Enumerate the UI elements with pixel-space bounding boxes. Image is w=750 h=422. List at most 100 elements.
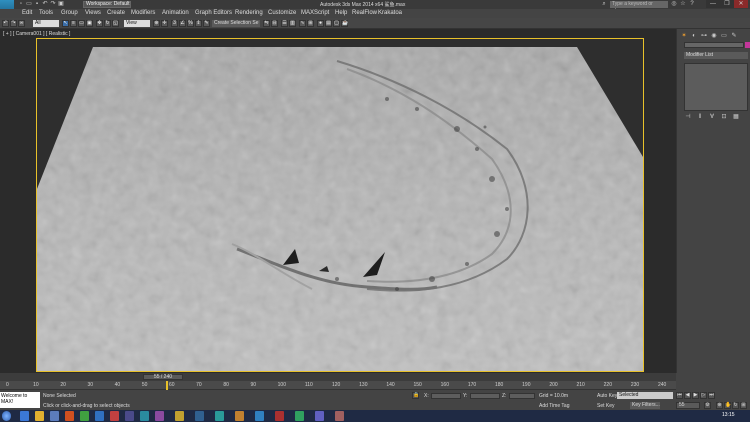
pin-stack-icon[interactable]: ⊣ <box>685 114 691 120</box>
schematic-view-icon[interactable]: ⊞ <box>307 20 314 27</box>
new-file-icon[interactable]: ▫ <box>18 1 24 7</box>
menu-maxscript[interactable]: MAXScript <box>301 10 329 16</box>
modifier-stack[interactable] <box>684 63 748 111</box>
curve-editor-icon[interactable]: ∿ <box>299 20 306 27</box>
motion-tab-icon[interactable]: ◉ <box>710 32 718 40</box>
track-bar[interactable]: 0 10 20 30 40 50 60 70 80 90 100 110 120 130 140 150 160… <box>0 381 676 390</box>
undo-toolbar-icon[interactable]: ↶ <box>2 20 9 27</box>
word-task-icon[interactable] <box>195 411 204 421</box>
spinner-snap-icon[interactable]: ⇕ <box>195 20 202 27</box>
menu-create[interactable]: Create <box>107 10 125 16</box>
menu-edit[interactable]: Edit <box>22 10 32 16</box>
qq-task-icon[interactable] <box>65 411 74 421</box>
save-file-icon[interactable]: ▪ <box>34 1 40 7</box>
window-crossing-icon[interactable]: ▣ <box>86 20 93 27</box>
selection-filter-dropdown[interactable]: All <box>33 20 59 27</box>
maxscript-listener[interactable]: Welcome to MAX! <box>0 392 40 408</box>
make-unique-icon[interactable]: ∀ <box>709 114 715 120</box>
pan-view-icon[interactable]: ✋ <box>724 402 731 409</box>
folder-task-icon[interactable] <box>175 411 184 421</box>
undo-icon[interactable]: ↶ <box>42 1 48 7</box>
browser-task-icon[interactable] <box>95 411 104 421</box>
open-file-icon[interactable]: ▭ <box>26 1 32 7</box>
player-task-icon[interactable] <box>110 411 119 421</box>
manipulate-icon[interactable]: ✛ <box>161 20 168 27</box>
select-scale-icon[interactable]: ◱ <box>112 20 119 27</box>
key-filters-button[interactable]: Key Filters... <box>630 402 660 409</box>
orbit-icon[interactable]: ↻ <box>732 402 739 409</box>
tool-task-icon[interactable] <box>140 411 149 421</box>
named-selection-set-dropdown[interactable]: Create Selection Se <box>212 20 260 27</box>
graphite-tools-icon[interactable]: ▥ <box>289 20 296 27</box>
menu-group[interactable]: Group <box>61 10 78 16</box>
go-to-start-icon[interactable]: ⏮ <box>676 392 683 399</box>
menu-modifiers[interactable]: Modifiers <box>131 10 155 16</box>
previous-frame-icon[interactable]: ◀ <box>684 392 691 399</box>
redo-icon[interactable]: ↷ <box>50 1 56 7</box>
align-icon[interactable]: ⊟ <box>271 20 278 27</box>
z-coordinate-field[interactable] <box>509 393 535 399</box>
configure-modifier-sets-icon[interactable]: ▦ <box>733 114 739 120</box>
angle-snap-icon[interactable]: ∠ <box>179 20 186 27</box>
show-end-result-icon[interactable]: ‖ <box>697 114 703 120</box>
ps-task-icon[interactable] <box>235 411 244 421</box>
explorer-task-icon[interactable] <box>35 411 44 421</box>
camera-viewport[interactable] <box>36 38 644 372</box>
search-input[interactable]: Type a keyword or phrase <box>610 1 668 14</box>
minimize-button[interactable]: — <box>706 0 720 8</box>
mirror-icon[interactable]: ⇋ <box>263 20 270 27</box>
ae-task-icon[interactable] <box>255 411 264 421</box>
workspace-dropdown[interactable]: Workspace: Default <box>83 1 131 8</box>
start-button-icon[interactable] <box>2 411 11 421</box>
maximize-button[interactable]: ❐ <box>720 0 734 8</box>
render-production-icon[interactable]: ☕ <box>341 20 348 27</box>
current-frame-field[interactable]: 55 <box>676 402 700 409</box>
display-tab-icon[interactable]: ▭ <box>720 32 728 40</box>
project-folder-icon[interactable]: ▣ <box>58 1 64 7</box>
search-icon[interactable]: ⌕ <box>601 1 607 7</box>
modify-tab-icon[interactable]: ◐ <box>690 32 698 40</box>
close-button[interactable]: ✕ <box>734 0 748 8</box>
ie-task-icon[interactable] <box>20 411 29 421</box>
rect-selection-icon[interactable]: ▭ <box>78 20 85 27</box>
layer-manager-icon[interactable]: ☰ <box>281 20 288 27</box>
render-setup-icon[interactable]: ▤ <box>325 20 332 27</box>
help-icon[interactable]: ? <box>689 1 695 7</box>
app-task-icon[interactable] <box>125 411 134 421</box>
select-move-icon[interactable]: ✥ <box>96 20 103 27</box>
play-icon[interactable]: ▶ <box>692 392 699 399</box>
menu-animation[interactable]: Animation <box>162 10 189 16</box>
utilities-tab-icon[interactable]: ✎ <box>730 32 738 40</box>
snaps-toggle-icon[interactable]: 3 <box>171 20 178 27</box>
select-by-name-icon[interactable]: ≡ <box>70 20 77 27</box>
excel-task-icon[interactable] <box>295 411 304 421</box>
menu-tools[interactable]: Tools <box>39 10 53 16</box>
remove-modifier-icon[interactable]: ⊡ <box>721 114 727 120</box>
chat-task-icon[interactable] <box>80 411 89 421</box>
pivot-center-icon[interactable]: ⊕ <box>153 20 160 27</box>
editor-task-icon[interactable] <box>155 411 164 421</box>
create-tab-icon[interactable]: ✶ <box>680 32 688 40</box>
hierarchy-tab-icon[interactable]: ⊶ <box>700 32 708 40</box>
menu-views[interactable]: Views <box>85 10 101 16</box>
video-task-icon[interactable] <box>275 411 284 421</box>
edit-named-selection-icon[interactable]: ✎ <box>203 20 210 27</box>
reference-coordinate-dropdown[interactable]: View <box>124 20 150 27</box>
viewport-label[interactable]: [ + ] [ Camera001 ] [ Realistic ] <box>3 31 70 37</box>
next-frame-icon[interactable]: ▷ <box>700 392 707 399</box>
y-coordinate-field[interactable] <box>470 393 500 399</box>
object-name-field[interactable] <box>684 42 744 48</box>
auto-key-button[interactable]: Auto Key <box>597 393 617 399</box>
percent-snap-icon[interactable]: % <box>187 20 194 27</box>
maximize-viewport-icon[interactable]: ⊞ <box>740 402 747 409</box>
time-slider-thumb[interactable]: 55 / 240 <box>143 374 183 380</box>
menu-graph-editors[interactable]: Graph Editors <box>195 10 232 16</box>
time-slider[interactable]: 55 / 240 <box>0 373 676 381</box>
time-config-icon[interactable]: ⚙ <box>704 402 711 409</box>
menu-krakatoa[interactable]: Krakatoa <box>378 10 402 16</box>
zoom-extents-icon[interactable]: ⊕ <box>716 402 723 409</box>
select-object-icon[interactable]: ↖ <box>62 20 69 27</box>
select-rotate-icon[interactable]: ↻ <box>104 20 111 27</box>
x-coordinate-field[interactable] <box>431 393 461 399</box>
material-editor-icon[interactable]: ● <box>317 20 324 27</box>
